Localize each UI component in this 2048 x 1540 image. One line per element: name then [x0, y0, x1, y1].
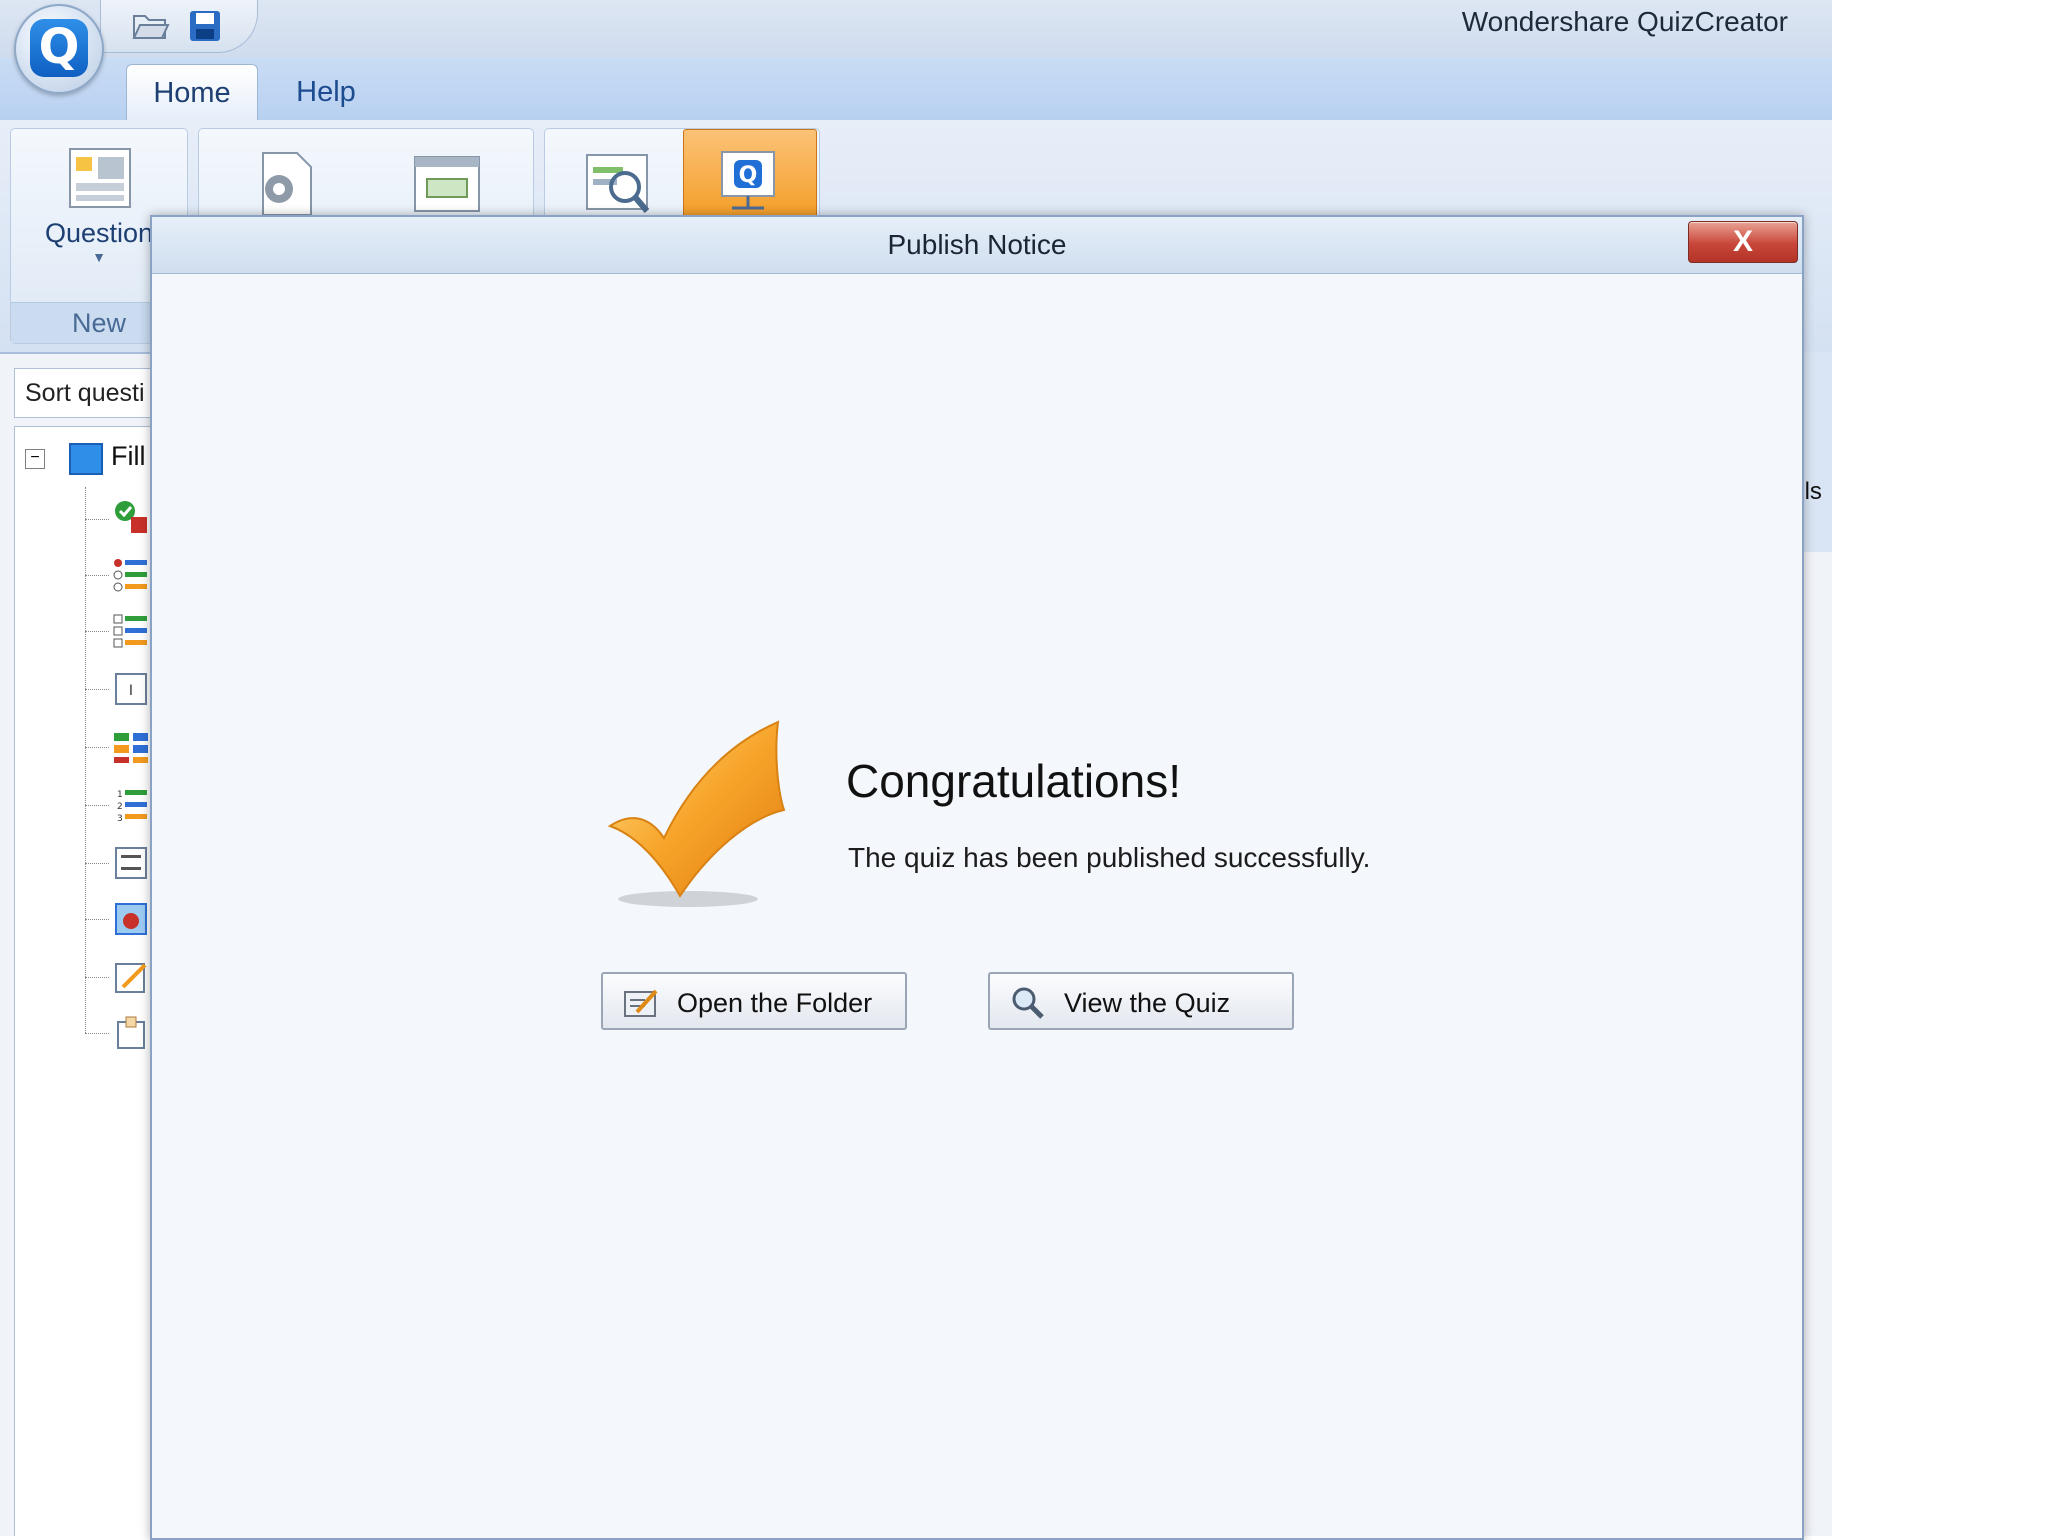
quizcreator-logo-icon: Q — [30, 19, 88, 77]
tree-connector — [85, 747, 109, 748]
publish-notice-dialog: Publish Notice X Congratulations! The qu… — [150, 215, 1804, 1540]
tree-connector — [85, 1033, 109, 1034]
tree-connector — [85, 519, 109, 520]
tree-connector — [85, 575, 109, 576]
short-essay-icon[interactable] — [113, 959, 149, 995]
open-folder-label: Open the Folder — [677, 988, 873, 1018]
question-icon — [69, 148, 131, 208]
sequence-icon[interactable]: 1 2 3 — [113, 787, 149, 823]
dialog-title-bar[interactable]: Publish Notice X — [152, 217, 1802, 274]
view-quiz-label: View the Quiz — [1064, 988, 1231, 1018]
tree-connector — [85, 805, 109, 806]
click-map-icon[interactable] — [113, 901, 149, 937]
dialog-body: Congratulations! The quiz has been publi… — [152, 274, 1802, 1538]
magnifier-icon — [1012, 987, 1044, 1019]
app-title: Wondershare QuizCreator — [1461, 6, 1788, 37]
collapse-toggle-icon[interactable]: − — [25, 449, 45, 469]
fill-in-blank-icon[interactable]: I — [113, 671, 149, 707]
close-icon: X — [1732, 225, 1753, 258]
tree-root-label[interactable]: Fill — [111, 441, 146, 472]
ribbon-tab-strip: Home Help — [0, 58, 1832, 121]
quiz-properties-button[interactable] — [247, 149, 323, 224]
word-bank-icon[interactable] — [113, 845, 149, 881]
preview-magnifier-icon — [586, 154, 650, 213]
folder-open-icon[interactable] — [131, 8, 171, 44]
question-list-pane: Sort questi − Fill I 1 2 3 — [10, 360, 176, 1536]
multiple-choice-icon[interactable] — [113, 557, 149, 593]
question-group-icon — [69, 443, 103, 475]
publish-quiz-icon: Q — [721, 151, 775, 210]
open-folder-button[interactable]: Open the Folder — [601, 972, 907, 1030]
tree-connector — [85, 689, 109, 690]
blank-page-icon[interactable] — [113, 1015, 149, 1051]
tab-home[interactable]: Home — [126, 64, 258, 121]
success-message: The quiz has been published successfully… — [848, 842, 1371, 873]
true-false-icon[interactable] — [113, 499, 149, 535]
success-heading: Congratulations! — [846, 755, 1181, 807]
preview-button[interactable] — [581, 149, 657, 224]
tree-connector — [85, 487, 87, 1033]
dialog-title: Publish Notice — [887, 229, 1067, 260]
settings-page-icon — [262, 152, 312, 216]
checkmark-icon — [607, 720, 786, 907]
tree-connector — [85, 919, 109, 920]
close-button[interactable]: X — [1688, 221, 1798, 263]
right-pane-edge: 'ls — [1800, 352, 1832, 552]
question-tree: − Fill I 1 2 3 — [14, 426, 166, 1536]
title-bar: Wondershare QuizCreator — [0, 0, 1832, 58]
view-quiz-button[interactable]: View the Quiz — [988, 972, 1294, 1030]
player-template-button[interactable] — [409, 149, 485, 224]
svg-text:1: 1 — [117, 790, 123, 800]
quick-access-toolbar — [100, 0, 258, 53]
publish-button[interactable]: Q — [683, 129, 817, 229]
tree-connector — [85, 631, 109, 632]
matching-icon[interactable] — [113, 729, 149, 765]
template-window-icon — [414, 156, 480, 212]
svg-text:I: I — [129, 683, 133, 699]
tab-help[interactable]: Help — [276, 64, 376, 120]
edit-folder-icon — [624, 989, 658, 1017]
svg-text:Q: Q — [739, 163, 758, 188]
tree-connector — [85, 977, 109, 978]
save-icon[interactable] — [185, 8, 225, 44]
svg-text:2: 2 — [117, 802, 123, 812]
multiple-response-icon[interactable] — [113, 613, 149, 649]
application-menu-button[interactable]: Q — [14, 4, 104, 94]
svg-text:3: 3 — [117, 814, 123, 823]
tree-connector — [85, 863, 109, 864]
